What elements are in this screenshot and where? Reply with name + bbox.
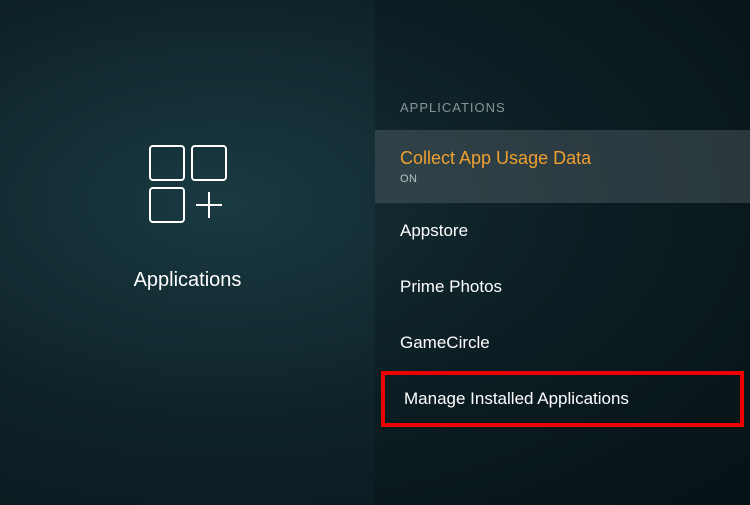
- menu-item-title: GameCircle: [400, 333, 725, 353]
- left-panel: Applications: [0, 0, 375, 505]
- menu-item-collect-app-usage[interactable]: Collect App Usage Data ON: [375, 130, 750, 203]
- menu-item-title: Appstore: [400, 221, 725, 241]
- menu-item-appstore[interactable]: Appstore: [375, 203, 750, 259]
- menu-item-title: Prime Photos: [400, 277, 725, 297]
- menu-item-title: Collect App Usage Data: [400, 148, 725, 169]
- menu-item-prime-photos[interactable]: Prime Photos: [375, 259, 750, 315]
- applications-label: Applications: [134, 269, 242, 292]
- menu-item-subtitle: ON: [400, 173, 725, 185]
- menu-item-manage-installed-apps[interactable]: Manage Installed Applications: [381, 371, 744, 427]
- section-header: APPLICATIONS: [375, 100, 750, 130]
- right-panel: APPLICATIONS Collect App Usage Data ON A…: [375, 0, 750, 505]
- menu-item-title: Manage Installed Applications: [404, 389, 721, 409]
- menu-item-gamecircle[interactable]: GameCircle: [375, 315, 750, 371]
- applications-icon: [138, 134, 238, 239]
